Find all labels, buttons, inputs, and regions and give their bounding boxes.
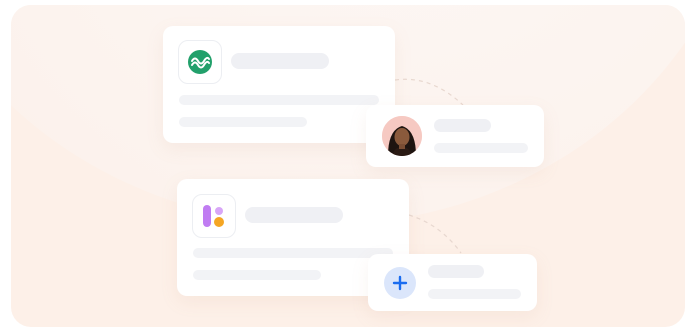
illustration-frame <box>11 5 685 327</box>
app-logo-container <box>192 194 236 238</box>
app-card-one <box>163 26 395 143</box>
title-placeholder <box>231 53 329 69</box>
green-wave-logo-icon <box>188 50 212 74</box>
title-placeholder <box>434 119 491 132</box>
title-placeholder <box>428 265 484 278</box>
text-placeholder-line <box>428 289 521 299</box>
add-card <box>368 254 537 311</box>
add-button[interactable] <box>384 267 416 299</box>
text-placeholder-line <box>193 270 321 280</box>
person-photo <box>382 116 422 156</box>
text-placeholder-line <box>193 248 393 258</box>
user-card <box>366 105 544 167</box>
app-logo-container <box>178 40 222 84</box>
purple-orange-app-logo-icon <box>203 205 224 227</box>
user-avatar <box>382 116 422 156</box>
text-placeholder-line <box>434 143 528 153</box>
plus-icon <box>392 275 408 291</box>
title-placeholder <box>245 207 343 223</box>
text-placeholder-line <box>179 95 379 105</box>
text-placeholder-line <box>179 117 307 127</box>
